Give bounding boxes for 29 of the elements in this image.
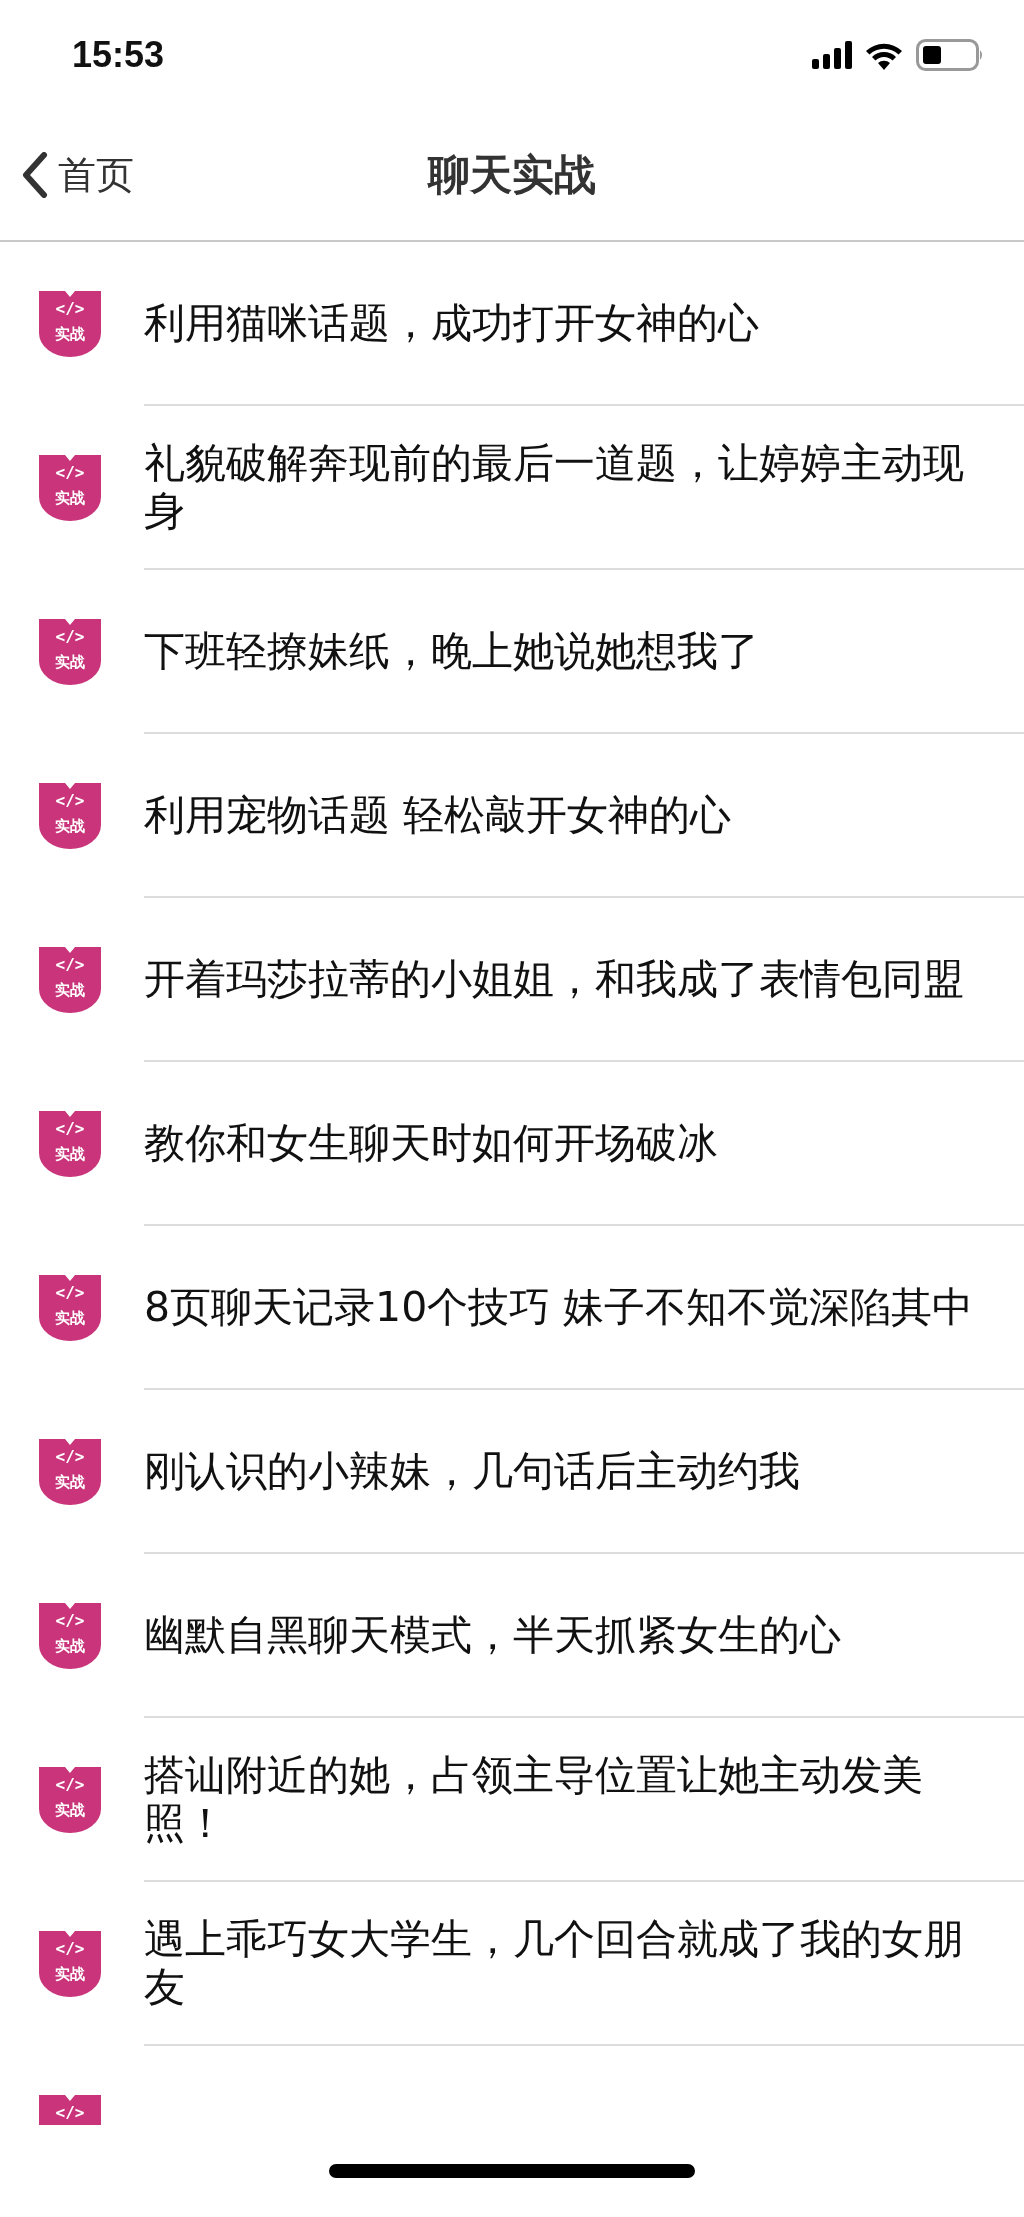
badge-icon: </> 实战 [39,1931,101,1997]
lesson-title[interactable]: 礼貌破解奔现前的最后一道题，让婷婷主动现身 [144,439,979,535]
badge-icon: </> 实战 [39,947,101,1013]
lesson-title[interactable]: 刚认识的小辣妹，几句话后主动约我 [144,1447,979,1495]
page-title: 聊天实战 [428,149,596,201]
lesson-title[interactable]: 利用宠物话题 轻松敲开女神的心 [144,791,979,839]
lesson-title[interactable]: 搭讪附近的她，占领主导位置让她主动发美照！ [144,1751,979,1847]
lesson-title[interactable]: 开着玛莎拉蒂的小姐姐，和我成了表情包同盟 [144,955,979,1003]
chevron-left-icon [22,152,48,198]
signal-icon [812,41,852,69]
lesson-title[interactable]: 8页聊天记录10个技巧 妹子不知不觉深陷其中 [144,1283,979,1331]
badge-icon: </> 实战 [39,1275,101,1341]
badge-icon: </> 实战 [39,291,101,357]
badge-icon: </> 实战 [39,1767,101,1833]
battery-icon [916,39,984,71]
lesson-title[interactable]: 教你和女生聊天时如何开场破冰 [144,1119,979,1167]
badge-icon: </> 实战 [39,783,101,849]
badge-icon: </> 实战 [39,1603,101,1669]
badge-icon: </> 实战 [39,619,101,685]
lesson-title[interactable]: 遇上乖巧女大学生，几个回合就成了我的女朋友 [144,1915,979,2011]
badge-icon: </> 实战 [39,455,101,521]
lesson-title[interactable]: 利用猫咪话题，成功打开女神的心 [144,299,979,347]
badge-icon: </> [39,2095,101,2125]
lesson-title[interactable]: 幽默自黑聊天模式，半天抓紧女生的心 [144,1611,979,1659]
lesson-title[interactable]: 下班轻撩妹纸，晚上她说她想我了 [144,627,979,675]
badge-icon: </> 实战 [39,1111,101,1177]
badge-icon: </> 实战 [39,1439,101,1505]
back-button[interactable]: 首页 [22,149,134,201]
status-time: 15:53 [72,34,165,76]
